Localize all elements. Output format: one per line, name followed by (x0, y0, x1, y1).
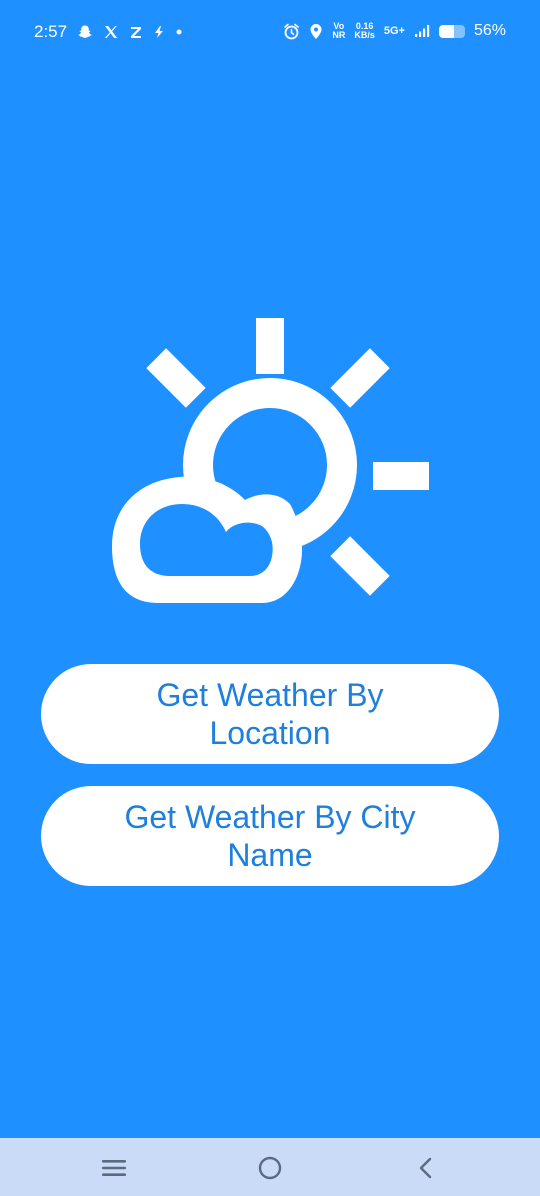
location-button-label: Get Weather By Location (156, 677, 384, 751)
status-right: Vo NR 0.16 KB/s 5G+ 56% (283, 22, 506, 40)
battery-fill (438, 24, 454, 38)
network-rate: 0.16 KB/s (354, 22, 375, 40)
status-time: 2:57 (34, 22, 68, 41)
sun-ray-top (256, 318, 284, 374)
home-icon[interactable] (254, 1152, 286, 1184)
sun-cloud-icon (112, 318, 429, 603)
x-icon (103, 24, 119, 40)
city-button-label: Get Weather By City Name (124, 799, 416, 873)
location-pin-icon (309, 23, 323, 40)
lightning-icon (153, 25, 165, 39)
status-bar: 2:57 Vo NR 0.16 KB/s 5G+ 56% (0, 0, 540, 64)
network-type: 5G+ (383, 25, 405, 37)
battery-percent: 56% (473, 22, 506, 39)
z-icon (129, 25, 143, 39)
signal-icon (414, 23, 430, 39)
sun-ray-right (373, 462, 429, 490)
sun-ray-top-right (330, 348, 390, 408)
alarm-icon (283, 23, 300, 40)
back-icon[interactable] (410, 1152, 442, 1184)
network-rate-unit: KB/s (354, 30, 375, 40)
get-weather-by-location-button[interactable]: Get Weather By Location (41, 664, 499, 764)
menu-icon[interactable] (98, 1152, 130, 1184)
dot-icon (175, 28, 183, 36)
snapchat-icon (77, 24, 93, 40)
volte-bottom-text: NR (332, 30, 346, 40)
sun-ray-top-left (146, 348, 206, 408)
battery-icon (438, 24, 465, 38)
get-weather-by-city-button[interactable]: Get Weather By City Name (41, 786, 499, 886)
sun-ray-bottom-right (330, 536, 390, 596)
volte-indicator: Vo NR (332, 22, 345, 40)
navigation-bar (0, 1138, 540, 1196)
status-left: 2:57 (34, 22, 183, 42)
